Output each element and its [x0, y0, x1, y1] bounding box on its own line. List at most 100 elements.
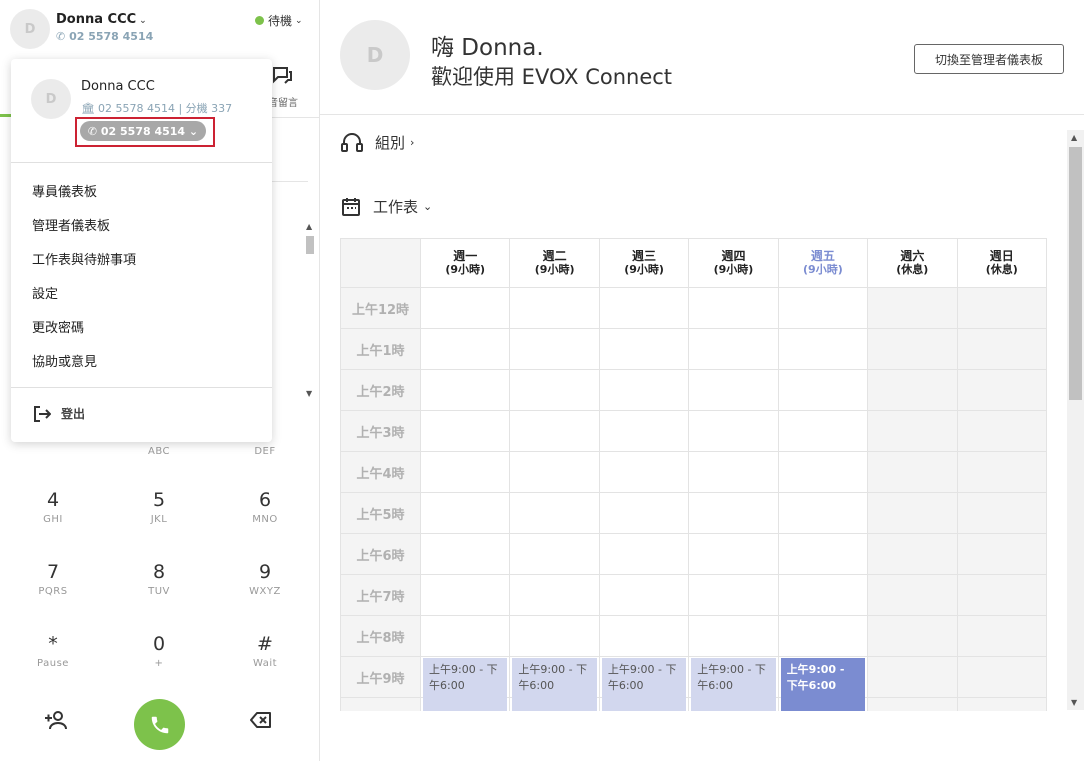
- schedule-cell[interactable]: [777, 328, 869, 370]
- schedule-cell[interactable]: [509, 533, 600, 575]
- dialpad-key-4[interactable]: 4 GHI: [18, 488, 88, 525]
- schedule-cell[interactable]: [688, 287, 779, 329]
- schedule-cell[interactable]: [509, 697, 600, 711]
- dialpad-key-9[interactable]: 9 WXYZ: [230, 560, 300, 597]
- schedule-cell[interactable]: [419, 328, 511, 370]
- list-scrollbar[interactable]: ▲ ▼: [304, 222, 316, 398]
- schedule-cell[interactable]: [419, 615, 511, 657]
- schedule-cell[interactable]: [509, 451, 600, 493]
- schedule-cell[interactable]: [777, 287, 869, 329]
- schedule-cell[interactable]: 上午9:00 - 下午6:00: [777, 656, 869, 711]
- schedule-cell[interactable]: [867, 328, 958, 370]
- schedule-cell[interactable]: [509, 287, 600, 329]
- schedule-cell[interactable]: [419, 533, 511, 575]
- schedule-cell[interactable]: [777, 533, 869, 575]
- dialpad-key-5[interactable]: 5 JKL: [124, 488, 194, 525]
- schedule-cell[interactable]: [777, 369, 869, 411]
- schedule-cell[interactable]: [777, 451, 869, 493]
- schedule-cell[interactable]: [956, 615, 1048, 657]
- call-button[interactable]: [134, 699, 185, 750]
- schedule-cell[interactable]: [509, 492, 600, 534]
- schedule-cell[interactable]: [688, 451, 779, 493]
- dialpad-key-star[interactable]: * Pause: [18, 632, 88, 669]
- schedule-cell[interactable]: [509, 410, 600, 452]
- schedule-cell[interactable]: [598, 574, 690, 616]
- scroll-up-icon[interactable]: ▲: [1071, 133, 1077, 142]
- schedule-cell[interactable]: [598, 410, 690, 452]
- scroll-thumb[interactable]: [306, 236, 314, 254]
- schedule-cell[interactable]: [956, 697, 1048, 711]
- dialpad-key-2-letters[interactable]: ABC: [124, 446, 194, 457]
- schedule-cell[interactable]: [867, 451, 958, 493]
- schedule-cell[interactable]: [777, 574, 869, 616]
- schedule-cell[interactable]: [598, 328, 690, 370]
- schedule-cell[interactable]: [956, 533, 1048, 575]
- schedule-cell[interactable]: [419, 697, 511, 711]
- schedule-cell[interactable]: [688, 615, 779, 657]
- schedule-cell[interactable]: [956, 574, 1048, 616]
- menu-item-help-feedback[interactable]: 協助或意見: [32, 351, 97, 370]
- scroll-down-icon[interactable]: ▼: [1071, 698, 1077, 707]
- schedule-cell[interactable]: [509, 574, 600, 616]
- dialpad-key-hash[interactable]: # Wait: [230, 632, 300, 669]
- scroll-up-icon[interactable]: ▲: [306, 222, 312, 231]
- schedule-cell[interactable]: [867, 656, 958, 698]
- schedule-cell[interactable]: [777, 492, 869, 534]
- scroll-down-icon[interactable]: ▼: [306, 389, 312, 398]
- dialpad-key-8[interactable]: 8 TUV: [124, 560, 194, 597]
- schedule-cell[interactable]: [688, 697, 779, 711]
- schedule-cell[interactable]: [867, 287, 958, 329]
- schedule-cell[interactable]: [688, 369, 779, 411]
- voicemail-tab-label[interactable]: 音留言: [268, 94, 298, 109]
- groups-section-toggle[interactable]: 組別 ›: [341, 132, 414, 153]
- add-contact-icon[interactable]: [44, 710, 68, 734]
- schedule-cell[interactable]: [956, 656, 1048, 698]
- schedule-cell[interactable]: [598, 697, 690, 711]
- schedule-cell[interactable]: [867, 533, 958, 575]
- switch-admin-dashboard-button[interactable]: 切換至管理者儀表板: [914, 44, 1064, 74]
- schedule-cell[interactable]: [688, 533, 779, 575]
- user-name-toggle[interactable]: Donna CCC ⌄: [56, 12, 147, 27]
- schedule-cell[interactable]: 上午9:00 - 下午6:00: [419, 656, 511, 711]
- schedule-cell[interactable]: [688, 410, 779, 452]
- schedule-cell[interactable]: [777, 410, 869, 452]
- schedule-cell[interactable]: [419, 287, 511, 329]
- dialpad-key-6[interactable]: 6 MNO: [230, 488, 300, 525]
- scroll-thumb[interactable]: [1069, 147, 1082, 400]
- schedule-cell[interactable]: [867, 369, 958, 411]
- schedule-cell[interactable]: [419, 492, 511, 534]
- main-scrollbar[interactable]: ▲ ▼: [1067, 130, 1084, 710]
- schedule-cell[interactable]: [688, 328, 779, 370]
- schedule-cell[interactable]: [509, 369, 600, 411]
- schedule-cell[interactable]: [956, 328, 1048, 370]
- schedule-cell[interactable]: 上午9:00 - 下午6:00: [598, 656, 690, 711]
- menu-item-admin-dashboard[interactable]: 管理者儀表板: [32, 215, 110, 234]
- schedule-cell[interactable]: [598, 451, 690, 493]
- schedule-cell[interactable]: [867, 410, 958, 452]
- menu-item-settings[interactable]: 設定: [32, 283, 58, 302]
- schedule-cell[interactable]: [598, 615, 690, 657]
- schedule-cell[interactable]: [688, 574, 779, 616]
- menu-item-worksheet-todo[interactable]: 工作表與待辦事項: [32, 249, 136, 268]
- schedule-cell[interactable]: [867, 615, 958, 657]
- schedule-cell[interactable]: [419, 369, 511, 411]
- schedule-cell[interactable]: [419, 410, 511, 452]
- menu-item-agent-dashboard[interactable]: 專員儀表板: [32, 181, 97, 200]
- status-selector[interactable]: 待機 ⌄: [255, 12, 303, 29]
- schedule-cell[interactable]: [867, 697, 958, 711]
- backspace-icon[interactable]: [250, 712, 272, 732]
- schedule-cell[interactable]: [419, 574, 511, 616]
- phone-line-selector[interactable]: ✆ 02 5578 4514 ⌄: [80, 121, 206, 141]
- schedule-cell[interactable]: [509, 328, 600, 370]
- schedule-cell[interactable]: [688, 492, 779, 534]
- menu-item-change-password[interactable]: 更改密碼: [32, 317, 84, 336]
- schedule-cell[interactable]: [777, 697, 869, 711]
- schedule-cell[interactable]: [956, 287, 1048, 329]
- schedule-cell[interactable]: 上午9:00 - 下午6:00: [688, 656, 779, 711]
- schedule-cell[interactable]: [867, 574, 958, 616]
- schedule-cell[interactable]: [419, 451, 511, 493]
- schedule-cell[interactable]: [956, 492, 1048, 534]
- avatar[interactable]: D: [10, 9, 50, 49]
- dialpad-key-7[interactable]: 7 PQRS: [18, 560, 88, 597]
- schedule-cell[interactable]: [598, 492, 690, 534]
